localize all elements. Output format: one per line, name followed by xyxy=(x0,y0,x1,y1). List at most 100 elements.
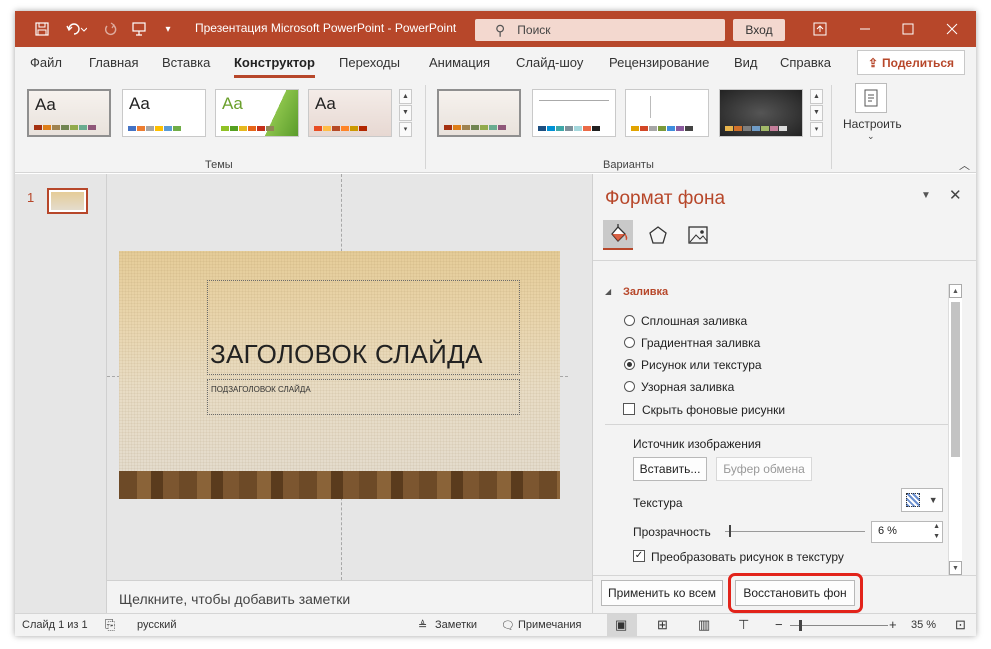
slide[interactable]: ЗАГОЛОВОК СЛАЙДА ПОДЗАГОЛОВОК СЛАЙДА xyxy=(119,251,560,499)
hide-bg-checkbox[interactable] xyxy=(623,403,635,415)
tab-transitions[interactable]: Переходы xyxy=(339,55,400,70)
language-label[interactable]: русский xyxy=(137,619,176,631)
search-box[interactable]: ⚲ Поиск xyxy=(475,19,725,41)
gradient-fill-label[interactable]: Градиентная заливка xyxy=(641,336,760,350)
variant-thumb-4[interactable] xyxy=(719,89,803,137)
comments-icon[interactable]: 🗨 xyxy=(501,619,515,632)
scroll-down-icon[interactable]: ▼ xyxy=(810,105,823,121)
close-icon[interactable] xyxy=(932,11,972,47)
tab-slideshow[interactable]: Слайд-шоу xyxy=(516,55,583,70)
comments-toggle[interactable]: Примечания xyxy=(518,619,582,631)
gradient-fill-radio[interactable] xyxy=(624,337,635,348)
maximize-icon[interactable] xyxy=(888,11,928,47)
pattern-fill-label[interactable]: Узорная заливка xyxy=(641,380,734,394)
solid-fill-label[interactable]: Сплошная заливка xyxy=(641,314,747,328)
section-collapse-icon[interactable]: ◢ xyxy=(605,287,611,296)
picture-icon[interactable] xyxy=(683,222,713,248)
customize-label[interactable]: Настроить xyxy=(843,117,902,131)
redo-icon[interactable] xyxy=(99,11,121,47)
pane-close-icon[interactable]: ✕ xyxy=(949,186,962,204)
subtitle-placeholder[interactable]: ПОДЗАГОЛОВОК СЛАЙДА xyxy=(207,379,520,415)
scroll-down-icon[interactable]: ▼ xyxy=(949,561,962,575)
transparency-field[interactable]: 6 % ▲ ▼ xyxy=(871,521,943,543)
tab-design[interactable]: Конструктор xyxy=(234,55,315,78)
variants-scroll[interactable]: ▲ ▼ ▾ xyxy=(810,89,823,137)
tab-animations[interactable]: Анимация xyxy=(429,55,490,70)
picture-fill-radio[interactable] xyxy=(624,359,635,370)
title-bar: ▾ Презентация Microsoft PowerPoint - Pow… xyxy=(15,11,976,47)
scroll-up-icon[interactable]: ▲ xyxy=(949,284,962,298)
insert-button[interactable]: Вставить... xyxy=(633,457,707,481)
collapse-ribbon-icon[interactable]: ︿ xyxy=(959,157,970,173)
tab-file[interactable]: Файл xyxy=(30,55,62,70)
slide-thumbnail[interactable] xyxy=(47,188,88,214)
tile-label[interactable]: Преобразовать рисунок в текстуру xyxy=(651,550,844,564)
pane-options-icon[interactable]: ▼ xyxy=(921,190,931,201)
chevron-down-icon[interactable]: ⌄ xyxy=(867,131,875,142)
tab-view[interactable]: Вид xyxy=(734,55,758,70)
undo-icon[interactable] xyxy=(61,11,91,47)
divider xyxy=(425,85,426,169)
solid-fill-radio[interactable] xyxy=(624,315,635,326)
divider xyxy=(593,260,976,261)
slide-sorter-icon[interactable]: ⊞ xyxy=(657,617,668,633)
variant-thumb-1[interactable] xyxy=(437,89,521,137)
themes-scroll[interactable]: ▲ ▼ ▾ xyxy=(399,89,412,137)
zoom-slider[interactable] xyxy=(790,625,888,626)
spinner-icon[interactable]: ▲ ▼ xyxy=(933,522,940,542)
theme-thumb-4[interactable]: Aa xyxy=(308,89,392,137)
signin-button[interactable]: Вход xyxy=(733,19,785,41)
presentation-icon[interactable] xyxy=(128,11,150,47)
scroll-up-icon[interactable]: ▲ xyxy=(810,89,823,105)
zoom-level[interactable]: 35 % xyxy=(911,619,936,631)
slideshow-icon[interactable]: ⊤ xyxy=(738,617,749,633)
variant-thumb-3[interactable] xyxy=(625,89,709,137)
zoom-out-icon[interactable]: − xyxy=(775,617,783,632)
customize-qat-icon[interactable]: ▾ xyxy=(159,11,177,47)
slide-size-icon[interactable] xyxy=(855,83,887,113)
share-button[interactable]: ⇪ Поделиться xyxy=(857,50,965,75)
more-icon[interactable]: ▾ xyxy=(810,121,823,137)
transparency-slider[interactable] xyxy=(725,531,865,532)
reading-view-icon[interactable]: ▥ xyxy=(698,617,710,633)
fill-section-header[interactable]: Заливка xyxy=(623,286,668,298)
notes-pane[interactable]: Щелкните, чтобы добавить заметки xyxy=(107,580,593,613)
title-placeholder[interactable]: ЗАГОЛОВОК СЛАЙДА xyxy=(207,280,520,375)
texture-picker[interactable]: ▼ xyxy=(901,488,943,512)
more-icon[interactable]: ▾ xyxy=(399,121,412,137)
theme-thumb-1[interactable]: Aa xyxy=(27,89,111,137)
variant-swatches xyxy=(725,126,787,131)
apply-to-all-button[interactable]: Применить ко всем xyxy=(601,580,723,606)
slide-number: 1 xyxy=(27,190,35,205)
tab-home[interactable]: Главная xyxy=(89,55,138,70)
clipboard-button[interactable]: Буфер обмена xyxy=(716,457,812,481)
zoom-in-icon[interactable]: + xyxy=(889,617,897,632)
scroll-down-icon[interactable]: ▼ xyxy=(399,105,412,121)
spelling-icon[interactable]: ⎘ xyxy=(105,617,115,633)
notes-toggle-icon[interactable]: ≜ xyxy=(418,619,427,632)
pane-scrollbar[interactable]: ▲ ▼ xyxy=(948,284,962,575)
fit-slide-icon[interactable]: ⊡ xyxy=(955,617,966,633)
scroll-thumb[interactable] xyxy=(951,302,960,457)
tab-help[interactable]: Справка xyxy=(780,55,831,70)
tab-review[interactable]: Рецензирование xyxy=(609,55,709,70)
minimize-icon[interactable] xyxy=(845,11,885,47)
tab-insert[interactable]: Вставка xyxy=(162,55,210,70)
effects-icon[interactable] xyxy=(643,222,673,248)
texture-label: Текстура xyxy=(633,496,683,510)
save-icon[interactable] xyxy=(29,11,55,47)
fill-icon[interactable] xyxy=(603,220,633,250)
pattern-fill-radio[interactable] xyxy=(624,381,635,392)
theme-thumb-3[interactable]: Aa xyxy=(215,89,299,137)
slide-counter: Слайд 1 из 1 xyxy=(22,619,88,631)
tile-checkbox[interactable]: ✓ xyxy=(633,550,645,562)
picture-fill-label[interactable]: Рисунок или текстура xyxy=(641,358,762,372)
variant-thumb-2[interactable] xyxy=(532,89,616,137)
slider-thumb[interactable] xyxy=(729,525,731,537)
scroll-up-icon[interactable]: ▲ xyxy=(399,89,412,105)
ribbon-display-icon[interactable] xyxy=(805,11,835,47)
notes-toggle[interactable]: Заметки xyxy=(435,619,477,631)
zoom-thumb[interactable] xyxy=(799,620,802,631)
hide-bg-label[interactable]: Скрыть фоновые рисунки xyxy=(642,403,785,417)
theme-thumb-2[interactable]: Aa xyxy=(122,89,206,137)
